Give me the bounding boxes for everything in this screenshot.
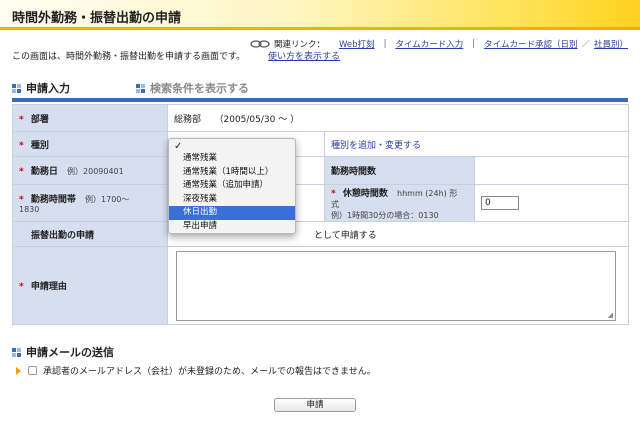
type-link-cell: 種別を追加・変更する (323, 131, 630, 157)
break-input-cell: 0 (473, 184, 630, 222)
type-option[interactable]: 通常残業 (169, 152, 295, 166)
timeband-label-cell: * 勤務時間帯 例）1700〜 1830 (12, 184, 168, 222)
type-option[interactable]: 通常残業（追加申請） (169, 179, 295, 193)
section-input-header: 申請入力 検索条件を表示する (12, 80, 249, 96)
reason-cell: ◢ (166, 246, 630, 325)
required-mark: * (19, 194, 24, 205)
break-format-cont: 式 (331, 199, 339, 209)
link-chain-icon (250, 40, 270, 48)
break-example: 例）1時間30分の場合：0130 (331, 210, 439, 220)
required-mark: * (19, 282, 24, 292)
page-title: 時間外勤務・振替出勤の申請 (12, 11, 182, 26)
link-timecard-input[interactable]: タイムカード入力 (395, 38, 463, 50)
date-label: 勤務日 (30, 167, 58, 177)
intro-text-row: この画面は、時間外勤務・振替出勤を申請する画面です。 使い方を表示する (12, 49, 340, 62)
mail-checkbox[interactable] (28, 366, 37, 375)
separator: ／ (581, 40, 591, 50)
row-furikae: 振替出勤の申請 として申請する (12, 221, 630, 247)
required-mark: * (19, 114, 24, 125)
section-icon (136, 83, 145, 93)
row-type: * 種別 種別を追加・変更する (12, 131, 630, 157)
resize-handle-icon[interactable]: ◢ (608, 311, 613, 319)
timeband-hint: 例）1700〜 (85, 194, 130, 204)
mail-notice: 承認者のメールアドレス（会社）が未登録のため、メールでの報告はできません。 (43, 367, 376, 377)
required-mark: * (331, 188, 336, 199)
section-input-title: 申請入力 (26, 82, 70, 95)
search-toggle-label[interactable]: 検索条件を表示する (150, 80, 249, 96)
furikae-text: として申請する (314, 230, 377, 241)
submit-button[interactable]: 申請 (274, 398, 356, 412)
reason-label: 申請理由 (30, 282, 67, 292)
row-reason: * 申請理由 ◢ (12, 246, 630, 325)
separator: | (472, 39, 476, 49)
reason-label-cell: * 申請理由 (12, 246, 168, 325)
link-web-dakoku[interactable]: Web打刻 (339, 38, 375, 50)
type-option[interactable]: 通常残業（1時間以上） (169, 166, 295, 180)
break-format: hhmm (24h) 形 (397, 188, 458, 198)
dept-label: 部署 (30, 114, 49, 125)
hours-value-cell (473, 156, 630, 185)
section-icon (12, 83, 21, 93)
search-toggle-link[interactable]: 検索条件を表示する (136, 80, 249, 96)
date-label-cell: * 勤務日 例）20090401 (12, 156, 168, 185)
type-dropdown-menu[interactable]: ✓ 通常残業 通常残業（1時間以上） 通常残業（追加申請） 深夜残業 休日出勤 … (168, 138, 296, 234)
type-option-selected[interactable]: 休日出勤 (169, 206, 295, 220)
timeband-label: 勤務時間帯 (30, 194, 76, 205)
date-hint: 例）20090401 (67, 167, 124, 176)
timeband-hint-cont: 1830 (19, 204, 40, 214)
arrow-right-icon (16, 366, 21, 375)
separator: | (383, 39, 387, 49)
section-icon (12, 347, 21, 357)
intro-text: この画面は、時間外勤務・振替出勤を申請する画面です。 (12, 52, 246, 62)
required-mark: * (19, 140, 24, 151)
hours-label: 勤務時間数 (331, 167, 377, 177)
row-date: * 勤務日 例）20090401 勤務時間数 (12, 156, 630, 185)
mail-notice-row: 承認者のメールアドレス（会社）が未登録のため、メールでの報告はできません。 (16, 364, 376, 377)
furikae-label-cell: 振替出勤の申請 (12, 221, 168, 247)
type-label: 種別 (30, 140, 49, 151)
break-label: 休憩時間数 (342, 188, 388, 199)
howto-link[interactable]: 使い方を表示する (268, 52, 340, 62)
row-timeband: * 勤務時間帯 例）1700〜 1830 * 休憩時間数 hhmm (24h) … (12, 184, 630, 222)
type-label-cell: * 種別 (12, 131, 168, 157)
link-timecard-approval-daily[interactable]: タイムカード承認（日別 (484, 38, 577, 50)
section-mail-title: 申請メールの送信 (26, 346, 114, 359)
checkmark-icon: ✓ (174, 141, 183, 152)
required-mark: * (19, 167, 24, 177)
break-label-cell: * 休憩時間数 hhmm (24h) 形 式 例）1時間30分の場合：0130 (324, 184, 475, 222)
type-edit-link[interactable]: 種別を追加・変更する (331, 141, 421, 151)
furikae-label: 振替出勤の申請 (31, 230, 95, 241)
type-option[interactable]: 深夜残業 (169, 193, 295, 207)
section-mail-header: 申請メールの送信 (12, 344, 114, 360)
dept-value: 総務部 （2005/05/30 〜 ） (166, 104, 630, 132)
section-divider (12, 98, 628, 102)
type-option[interactable]: 早出申請 (169, 220, 295, 234)
reason-textarea[interactable]: ◢ (176, 250, 616, 321)
break-hours-input[interactable]: 0 (481, 196, 519, 210)
link-timecard-approval-employee[interactable]: 社員別） (594, 38, 628, 50)
hours-label-cell: 勤務時間数 (324, 156, 475, 185)
application-form: * 部署 総務部 （2005/05/30 〜 ） * 種別 種別を追加・変更する… (12, 104, 630, 325)
row-department: * 部署 総務部 （2005/05/30 〜 ） (12, 104, 630, 132)
dept-label-cell: * 部署 (12, 104, 168, 132)
title-bar: 時間外勤務・振替出勤の申請 (0, 0, 640, 30)
